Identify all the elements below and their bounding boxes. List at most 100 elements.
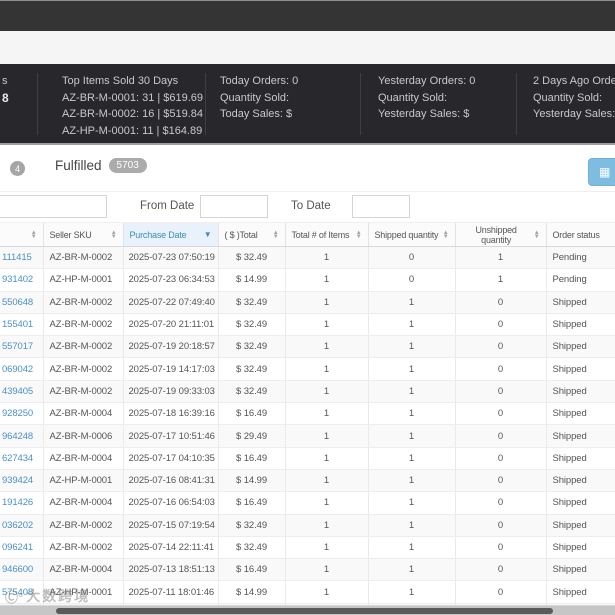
order-id-link[interactable]: 069042: [2, 364, 33, 375]
purchase-date-cell: 2025-07-15 07:19:54: [122, 514, 218, 537]
left-tab-count-badge[interactable]: 4: [10, 161, 25, 176]
total-cell: $ 14.99: [217, 580, 285, 604]
shipped-qty-cell: 0: [367, 246, 455, 270]
items-count-cell: 1: [284, 313, 368, 337]
purchase-date-cell: 2025-07-18 16:39:16: [122, 402, 218, 426]
from-date-label: From Date: [140, 200, 195, 212]
stat-column: Today Orders: 0 Quantity Sold: Today Sales…: [205, 73, 360, 135]
purchase-date-cell: 2025-07-11 18:01:46: [122, 580, 218, 604]
shipped-qty-cell: 1: [367, 402, 455, 426]
tab-fulfilled[interactable]: Fulfilled 5703: [55, 158, 147, 173]
order-id-cell: 069042: [0, 357, 43, 381]
items-count-cell: 1: [284, 514, 368, 537]
stat-line: Quantity Sold:: [220, 91, 290, 104]
export-button[interactable]: ▦ Export: [588, 158, 615, 186]
sort-icon: ▲ ▼: [533, 229, 540, 240]
order-id-link[interactable]: 036202: [2, 520, 33, 531]
order-id-link[interactable]: 946600: [2, 564, 33, 575]
total-cell: $ 32.49: [217, 246, 285, 270]
shipped-qty-cell: 1: [367, 514, 455, 537]
sort-icon: ▲ ▼: [272, 229, 279, 240]
purchase-date-cell: 2025-07-16 08:41:31: [122, 469, 218, 493]
column-header-unshipped-quantity[interactable]: Unshipped quantity ▲ ▼: [454, 222, 546, 247]
column-header-order-status[interactable]: Order status▲▼: [545, 222, 615, 247]
order-id-cell: 939424: [0, 469, 43, 493]
unshipped-qty-cell: 0: [454, 291, 546, 314]
order-id-link[interactable]: 111415: [2, 252, 32, 263]
shipped-qty-cell: 1: [367, 580, 455, 604]
unshipped-qty-cell: 0: [454, 380, 546, 404]
search-input[interactable]: [0, 195, 107, 218]
horizontal-scrollbar[interactable]: [0, 605, 615, 615]
shipped-qty-cell: 1: [367, 380, 455, 404]
table-row: 627434 AZ-BR-M-0004 2025-07-17 04:10:35 $ 1…: [0, 447, 615, 470]
horizontal-scrollbar-thumb[interactable]: [56, 608, 553, 614]
column-header-seller-sku[interactable]: Seller SKU ▲ ▼: [42, 222, 123, 247]
shipped-qty-cell: 1: [367, 357, 455, 381]
column-header-total-of-items[interactable]: Total # of Items ▲ ▼: [284, 222, 368, 247]
order-id-link[interactable]: 439405: [2, 386, 33, 397]
order-id-link[interactable]: 964248: [2, 431, 33, 442]
order-id-link[interactable]: 096241: [2, 542, 33, 553]
purchase-date-cell: 2025-07-23 07:50:19: [122, 246, 218, 270]
order-status-cell: Shipped: [545, 335, 615, 359]
table-row: 439405 AZ-BR-M-0002 2025-07-19 09:33:03 $ 3…: [0, 380, 615, 404]
order-id-link[interactable]: 550648: [2, 297, 33, 308]
column-header-order-id[interactable]: ▲ ▼: [0, 222, 43, 247]
unshipped-qty-cell: 0: [454, 491, 546, 515]
order-id-link[interactable]: 557017: [2, 341, 33, 352]
stat-line: 2 Days Ago Orders: 0: [533, 75, 615, 87]
order-id-link[interactable]: 939424: [2, 475, 33, 486]
items-count-cell: 1: [284, 291, 368, 314]
items-count-cell: 1: [284, 447, 368, 470]
order-status-cell: Shipped: [545, 357, 615, 381]
column-header-purchase-date[interactable]: Purchase Date ▼: [122, 222, 218, 247]
order-status-cell: Shipped: [545, 380, 615, 404]
items-count-cell: 1: [284, 469, 368, 493]
table-row: 931402 AZ-HP-M-0001 2025-07-23 06:34:53 $ 1…: [0, 268, 615, 292]
to-date-input[interactable]: [352, 195, 410, 218]
total-cell: $ 32.49: [217, 313, 285, 337]
order-status-cell: Shipped: [545, 580, 615, 604]
stat-column: Yesterday Orders: 0 Quantity Sold: Yesterd…: [360, 73, 516, 135]
column-header-label: Seller SKU: [49, 229, 92, 240]
column-header-shipped-quantity[interactable]: Shipped quantity ▲ ▼: [367, 222, 455, 247]
purchase-date-cell: 2025-07-23 06:34:53: [122, 268, 218, 292]
order-id-link[interactable]: 627434: [2, 453, 33, 464]
seller-sku-cell: AZ-BR-M-0002: [42, 246, 123, 270]
orders-table-head-row: ▲ ▼ Seller SKU ▲ ▼ Purchase Date ▼ ( $ )Total ▲ ▼…: [0, 222, 615, 247]
order-id-link[interactable]: 931402: [2, 274, 33, 285]
items-count-cell: 1: [284, 536, 368, 560]
seller-sku-cell: AZ-BR-M-0002: [42, 291, 123, 314]
unshipped-qty-cell: 0: [454, 335, 546, 359]
seller-sku-cell: AZ-HP-M-0001: [42, 469, 123, 493]
order-status-cell: Shipped: [545, 313, 615, 337]
table-row: 111415 AZ-BR-M-0002 2025-07-23 07:50:19 $ 3…: [0, 246, 615, 270]
tab-fulfilled-count-badge: 5703: [108, 158, 147, 173]
seller-sku-cell: AZ-BR-M-0004: [42, 558, 123, 582]
shipped-qty-cell: 1: [367, 447, 455, 470]
from-date-input[interactable]: [200, 195, 268, 218]
seller-sku-cell: AZ-BR-M-0004: [42, 447, 123, 470]
order-id-link[interactable]: 191426: [2, 497, 33, 508]
seller-sku-cell: AZ-BR-M-0002: [42, 380, 123, 404]
order-id-cell: 964248: [0, 424, 43, 448]
unshipped-qty-cell: 0: [454, 402, 546, 426]
unshipped-qty-cell: 1: [454, 268, 546, 292]
seller-sku-cell: AZ-BR-M-0006: [42, 424, 123, 448]
purchase-date-cell: 2025-07-20 21:11:01: [122, 313, 218, 337]
top-navbar: [0, 1, 615, 31]
order-id-link[interactable]: 155401: [2, 319, 33, 330]
column-header-label: Unshipped quantity: [475, 224, 517, 245]
to-date-label: To Date: [291, 200, 331, 212]
order-id-link[interactable]: 575408: [2, 587, 33, 598]
items-count-cell: 1: [284, 380, 368, 404]
order-id-link[interactable]: 928250: [2, 408, 33, 419]
purchase-date-cell: 2025-07-19 20:18:57: [122, 335, 218, 359]
stat-line: AZ-HP-M-0001: 11 | $164.89: [62, 124, 203, 137]
table-row: 557017 AZ-BR-M-0002 2025-07-19 20:18:57 $ 3…: [0, 335, 615, 359]
column-header--total[interactable]: ( $ )Total ▲ ▼: [217, 222, 285, 247]
unshipped-qty-cell: 0: [454, 558, 546, 582]
order-status-cell: Shipped: [545, 447, 615, 470]
table-row: 964248 AZ-BR-M-0006 2025-07-17 10:51:46 $ 2…: [0, 424, 615, 448]
